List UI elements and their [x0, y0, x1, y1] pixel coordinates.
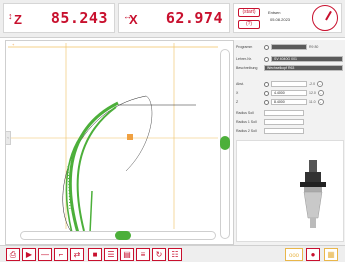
contour-button[interactable]: ⌐	[54, 248, 68, 261]
row-program: Programm R9 80	[236, 44, 319, 50]
axis-z-icon: ↕ Z	[8, 11, 22, 27]
list-button[interactable]: ☰	[104, 248, 118, 261]
minus-toolbar-button[interactable]: —	[38, 248, 52, 261]
menu-button[interactable]: ≡	[136, 248, 150, 261]
swap-icon: ⇄	[73, 250, 81, 259]
tool-holder-icon	[300, 160, 326, 228]
position-marker	[127, 134, 133, 140]
row-radius1: Radius 1 Soll	[236, 118, 344, 126]
ooo-icon: ooo	[288, 253, 299, 259]
contour-icon: ⌐	[58, 250, 64, 259]
green-path-4	[89, 190, 93, 234]
print-icon: ⎙	[9, 250, 17, 259]
z-minus-button[interactable]: -	[317, 99, 324, 105]
play-icon: ▶	[25, 250, 33, 259]
minus-button[interactable]: -	[317, 81, 324, 87]
row-teacher: Lehrer-Nr. SV 4040G 001	[236, 55, 344, 63]
green-path-1	[68, 101, 119, 234]
radio-distance[interactable]	[264, 81, 269, 87]
vertical-scrollbar[interactable]	[220, 49, 230, 239]
rotate-button[interactable]: ↻	[152, 248, 166, 261]
list-edit-icon: ☷	[171, 250, 179, 259]
radius1-field[interactable]	[264, 119, 304, 125]
document-button[interactable]: ▤	[120, 248, 134, 261]
radio-z[interactable]	[264, 99, 269, 105]
list-edit-button[interactable]: ☷	[168, 248, 182, 261]
ooo-button[interactable]: ooo	[285, 248, 303, 261]
simulation-view[interactable]: + ‹	[5, 40, 235, 245]
z-field[interactable]: 8.4000	[271, 99, 307, 105]
radio-x[interactable]	[264, 90, 269, 96]
rotate-icon: ↻	[155, 250, 163, 259]
row-z: Z 8.4000 11.0 -	[236, 98, 344, 106]
x-field[interactable]: 4.4000	[271, 90, 307, 96]
start-button[interactable]: (start)	[238, 8, 260, 17]
grid-icon: ▦	[327, 250, 335, 259]
distance-field[interactable]	[271, 81, 307, 87]
radio-program[interactable]	[264, 44, 269, 50]
doc-icon: ▤	[123, 250, 131, 259]
program-field[interactable]	[271, 44, 307, 50]
green-path-2	[76, 106, 117, 232]
row-radius2: Radius 2 Soll	[236, 127, 344, 135]
pin-icon: ●	[310, 250, 316, 259]
teacher-field[interactable]: SV 4040G 001	[271, 56, 343, 62]
pin-button[interactable]: ●	[306, 248, 320, 261]
screen: ↕ Z 85.243 ↔ X 62.974 (start) (?) Entsen 0…	[0, 0, 345, 262]
row-radius: Radius Soll	[236, 109, 344, 117]
menu-icon: ≡	[140, 250, 146, 259]
horizontal-scroll-thumb[interactable]	[115, 231, 131, 240]
radius-field[interactable]	[264, 110, 304, 116]
save-icon: ■	[92, 250, 98, 259]
date-label: 05.08.2023	[270, 17, 291, 22]
user-label: Entsen	[268, 10, 281, 15]
x-minus-button[interactable]: -	[317, 90, 324, 96]
radio-teacher[interactable]	[264, 56, 269, 62]
left-panel-toggle[interactable]: ‹	[5, 131, 11, 145]
row-x: X 4.4000 12.0 -	[236, 89, 344, 97]
save-button[interactable]: ■	[88, 248, 102, 261]
axis-x-icon: ↔ X	[123, 11, 138, 27]
vertical-scroll-thumb[interactable]	[220, 136, 230, 150]
print-button[interactable]: ⎙	[6, 248, 20, 261]
play-button[interactable]: ▶	[22, 248, 36, 261]
top-bar: ↕ Z 85.243 ↔ X 62.974 (start) (?) Entsen 0…	[0, 0, 345, 38]
axis-z-display: ↕ Z 85.243	[3, 3, 115, 33]
bottom-toolbar: ⎙ ▶ — ⌐ ⇄ ■ ☰ ▤ ≡ ↻ ☷ ooo ● ▦	[0, 245, 345, 262]
row-distance: Abst. -2.0 -	[236, 80, 344, 88]
radius2-field[interactable]	[264, 128, 304, 134]
help-button[interactable]: (?)	[238, 20, 260, 29]
gauge-icon[interactable]	[312, 5, 338, 31]
axis-x-value: 62.974	[165, 9, 223, 27]
list-icon: ☰	[107, 250, 115, 259]
svg-text:+: +	[12, 42, 15, 47]
parameter-panel: Programm R9 80 Lehrer-Nr. SV 4040G 001 B…	[233, 40, 345, 245]
toolpath-canvas: +	[8, 42, 218, 238]
minus-icon: —	[41, 250, 49, 259]
description-field[interactable]: Wechselkopf R63	[264, 65, 343, 71]
swap-button[interactable]: ⇄	[70, 248, 84, 261]
grid-button[interactable]: ▦	[324, 248, 338, 261]
axis-x-display: ↔ X 62.974	[118, 3, 230, 33]
row-description: Beschreibung Wechselkopf R63	[236, 64, 344, 72]
horizontal-scrollbar[interactable]	[20, 231, 216, 240]
axis-z-value: 85.243	[50, 9, 108, 27]
arc-path-2	[125, 95, 153, 172]
